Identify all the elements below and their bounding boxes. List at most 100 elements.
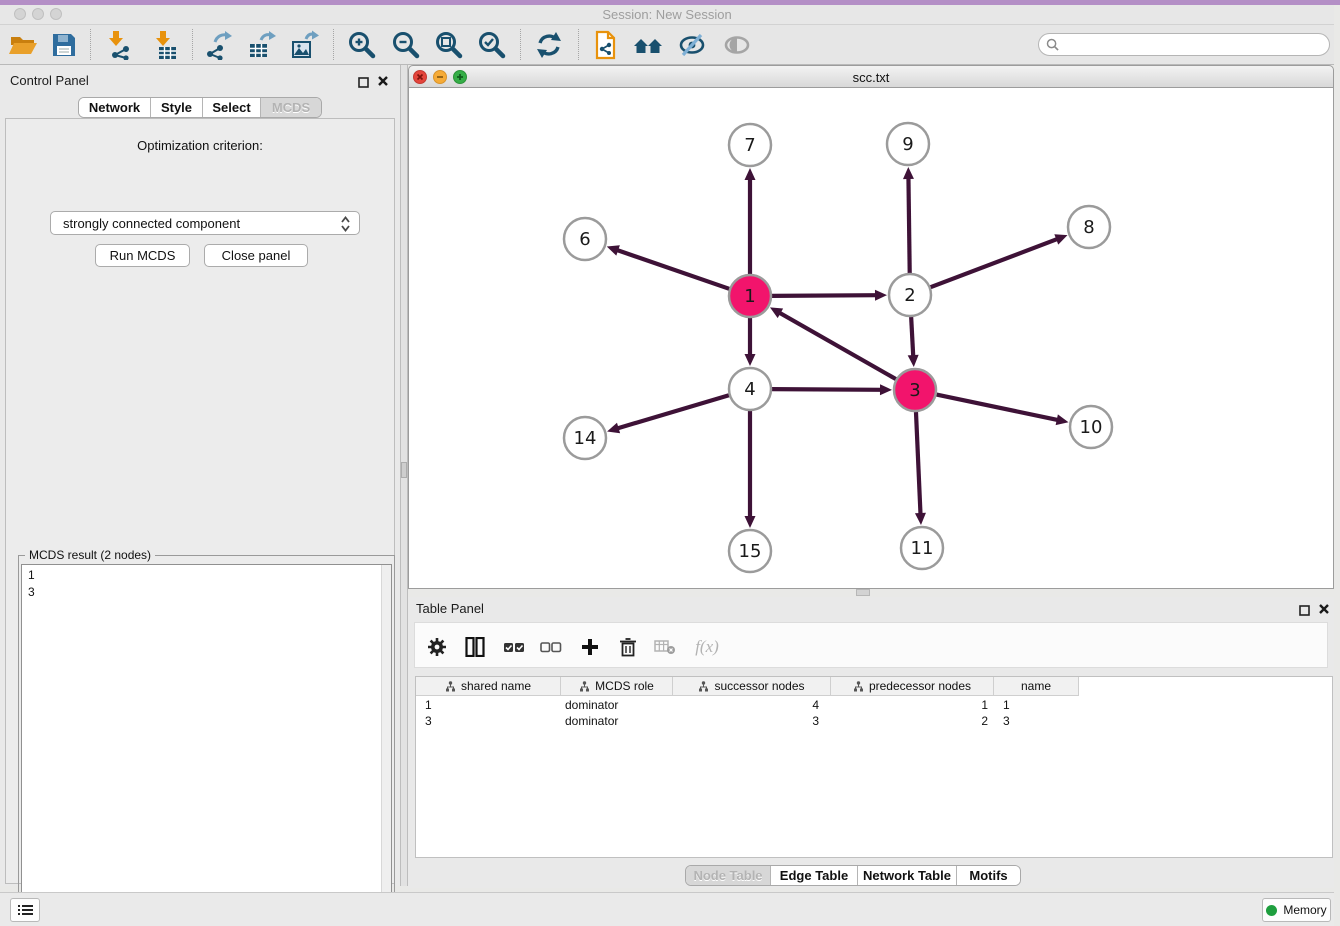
mcds-panel-body: Optimization criterion: strongly connect… xyxy=(5,118,395,884)
graph-canvas[interactable]: 1234678910111415 xyxy=(409,88,1333,587)
export-table-icon[interactable] xyxy=(244,28,280,62)
column-header-successor-nodes[interactable]: successor nodes xyxy=(673,677,831,696)
table-row[interactable]: 3 dominator 3 2 3 xyxy=(416,713,1079,729)
session-title: Session: New Session xyxy=(0,7,1334,22)
tab-mcds[interactable]: MCDS xyxy=(261,98,321,117)
graph-edge-3-11[interactable] xyxy=(916,412,921,515)
graph-edge-1-2[interactable] xyxy=(772,295,877,296)
graph-edge-2-3[interactable] xyxy=(911,317,913,357)
delete-column-icon[interactable] xyxy=(653,635,677,659)
graph-node-label-8: 8 xyxy=(1083,217,1094,238)
panel-splitter[interactable] xyxy=(400,65,408,886)
import-table-icon[interactable] xyxy=(147,28,183,62)
close-panel-icon[interactable] xyxy=(377,74,389,92)
tree-icon xyxy=(445,681,456,692)
deselect-all-rows-icon[interactable] xyxy=(539,635,563,659)
graph-edge-arrow-2-3 xyxy=(908,355,919,367)
function-builder-icon[interactable]: f(x) xyxy=(690,635,724,659)
tree-icon xyxy=(698,681,709,692)
tab-node-table[interactable]: Node Table xyxy=(686,866,771,885)
toolbar-separator xyxy=(90,29,91,60)
toolbar-separator xyxy=(192,29,193,60)
column-header-mcds-role[interactable]: MCDS role xyxy=(561,677,673,696)
graph-edge-3-1[interactable] xyxy=(779,312,896,379)
import-network-icon[interactable] xyxy=(100,28,136,62)
apply-layout-icon[interactable] xyxy=(531,28,567,62)
tab-style[interactable]: Style xyxy=(151,98,203,117)
graph-node-label-2: 2 xyxy=(904,285,915,306)
graph-edge-2-9[interactable] xyxy=(908,177,909,273)
column-header-predecessor-nodes[interactable]: predecessor nodes xyxy=(831,677,994,696)
mcds-result-title: MCDS result (2 nodes) xyxy=(25,548,155,562)
graph-edge-4-3[interactable] xyxy=(772,389,882,390)
hide-selected-icon[interactable] xyxy=(674,28,710,62)
mcds-result-text: 1 3 xyxy=(28,567,35,601)
column-header-name[interactable]: name xyxy=(994,677,1079,696)
graph-node-label-15: 15 xyxy=(739,541,762,562)
table-options-icon[interactable] xyxy=(425,635,449,659)
toolbar-separator xyxy=(578,29,579,60)
graph-edge-4-14[interactable] xyxy=(617,395,729,428)
graph-node-label-7: 7 xyxy=(744,135,755,156)
search-icon xyxy=(1046,38,1059,51)
graph-edge-arrow-4-3 xyxy=(880,384,892,395)
zoom-in-icon[interactable] xyxy=(344,28,380,62)
memory-button[interactable]: Memory xyxy=(1262,898,1331,922)
table-row[interactable]: 1 dominator 4 1 1 xyxy=(416,697,1079,713)
list-icon xyxy=(17,903,34,917)
export-network-icon[interactable] xyxy=(200,28,236,62)
tab-edge-table[interactable]: Edge Table xyxy=(771,866,858,885)
graph-edge-arrow-3-11 xyxy=(915,513,926,525)
float-panel-icon[interactable] xyxy=(358,75,369,93)
search-input[interactable] xyxy=(1063,38,1329,52)
graph-edge-3-10[interactable] xyxy=(937,395,1059,421)
save-session-icon[interactable] xyxy=(46,28,82,62)
application-window: Session: New Session xyxy=(0,0,1340,926)
network-canvas[interactable]: 1234678910111415 xyxy=(408,88,1334,589)
column-header-shared-name[interactable]: shared name xyxy=(416,677,561,696)
close-table-panel-icon[interactable] xyxy=(1318,602,1330,620)
optimization-criterion-select[interactable]: strongly connected component xyxy=(50,211,360,235)
mcds-result-textarea[interactable]: 1 3 xyxy=(21,564,392,923)
float-table-panel-icon[interactable] xyxy=(1299,603,1310,621)
graph-edge-1-6[interactable] xyxy=(616,250,729,289)
tab-motifs[interactable]: Motifs xyxy=(957,866,1020,885)
result-scrollbar[interactable] xyxy=(381,565,391,922)
delete-row-icon[interactable] xyxy=(616,635,640,659)
network-window-titlebar[interactable]: scc.txt xyxy=(408,65,1334,88)
run-mcds-button[interactable]: Run MCDS xyxy=(95,244,190,267)
zoom-out-icon[interactable] xyxy=(388,28,424,62)
show-all-icon[interactable] xyxy=(719,28,755,62)
tab-network-table[interactable]: Network Table xyxy=(858,866,957,885)
tab-select[interactable]: Select xyxy=(203,98,261,117)
splitter-handle[interactable] xyxy=(401,462,407,478)
show-column-panel-icon[interactable] xyxy=(463,635,487,659)
export-image-icon[interactable] xyxy=(287,28,323,62)
tab-network[interactable]: Network xyxy=(79,98,151,117)
select-all-rows-icon[interactable] xyxy=(502,635,526,659)
network-hscroll-thumb[interactable] xyxy=(856,589,870,596)
table-header-row: shared name MCDS role successor nodes pr… xyxy=(416,677,1079,696)
close-panel-button[interactable]: Close panel xyxy=(204,244,308,267)
show-panels-button[interactable] xyxy=(10,898,40,922)
zoom-selected-icon[interactable] xyxy=(474,28,510,62)
table-panel: Table Panel xyxy=(408,597,1334,888)
zoom-fit-icon[interactable] xyxy=(431,28,467,62)
node-table: shared name MCDS role successor nodes pr… xyxy=(415,676,1333,858)
table-toolbar: f(x) xyxy=(414,622,1328,668)
open-session-icon[interactable] xyxy=(5,28,41,62)
control-panel-tabs: Network Style Select MCDS xyxy=(78,97,322,118)
graph-edge-arrow-4-14 xyxy=(607,423,620,434)
control-panel-title: Control Panel xyxy=(10,73,89,88)
graph-node-label-9: 9 xyxy=(902,134,913,155)
memory-status-icon xyxy=(1266,905,1277,916)
tree-icon xyxy=(853,681,864,692)
mcds-result-group: MCDS result (2 nodes) 1 3 xyxy=(18,555,395,926)
graph-edge-arrow-3-10 xyxy=(1056,414,1069,425)
graph-node-label-11: 11 xyxy=(911,538,934,559)
graph-edge-2-8[interactable] xyxy=(931,239,1059,287)
search-field[interactable] xyxy=(1038,33,1330,56)
add-column-icon[interactable] xyxy=(578,635,602,659)
new-network-from-selection-icon[interactable] xyxy=(587,28,623,62)
first-neighbors-icon[interactable] xyxy=(630,28,666,62)
